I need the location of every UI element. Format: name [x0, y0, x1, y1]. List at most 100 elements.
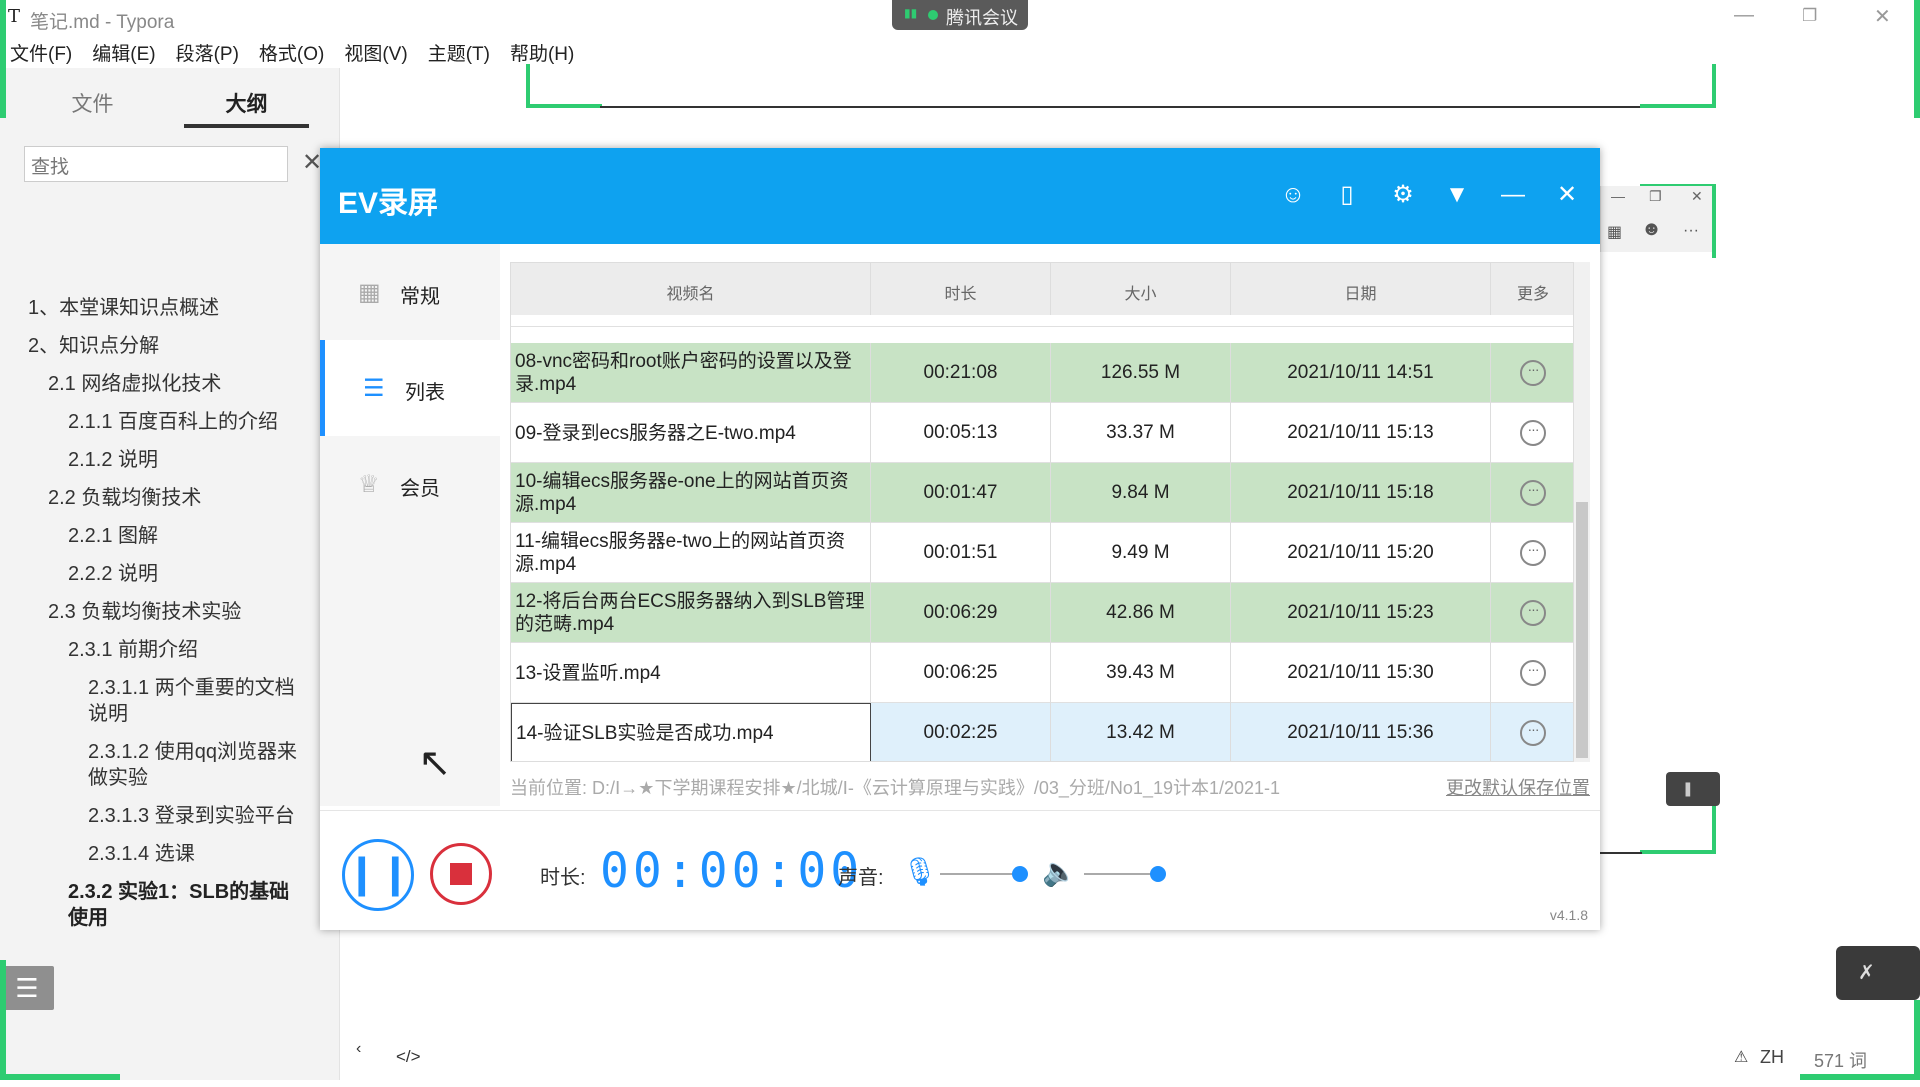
outline-item[interactable]: 2.3.1 前期介绍 — [68, 637, 198, 663]
minimize-icon[interactable]: — — [1734, 4, 1754, 27]
more-options-icon[interactable]: ··· — [1520, 720, 1546, 746]
change-save-location-link[interactable]: 更改默认保存位置 — [1442, 774, 1590, 798]
table-row[interactable]: 09-登录到ecs服务器之E-two.mp4 00:05:13 33.37 M … — [511, 403, 1573, 463]
video-name-edit[interactable]: 14-验证SLB实验是否成功.mp4 — [511, 703, 871, 761]
tab-files[interactable]: 文件 — [30, 88, 155, 128]
outline-item[interactable]: 1、本堂课知识点概述 — [28, 295, 219, 321]
more-options-icon[interactable]: ··· — [1520, 600, 1546, 626]
stop-button[interactable] — [430, 843, 492, 905]
table-row[interactable]: 10-编辑ecs服务器e-one上的网站首页资源.mp4 00:01:47 9.… — [511, 463, 1573, 523]
restore-icon[interactable]: ❐ — [1802, 6, 1817, 26]
version-label: v4.1.8 — [1549, 907, 1588, 923]
grid-icon: ▦ — [358, 279, 381, 306]
pause-button[interactable]: ❙❙ — [342, 839, 414, 911]
video-name[interactable]: 10-编辑ecs服务器e-one上的网站首页资源.mp4 — [511, 463, 871, 523]
video-date: 2021/10/11 15:20 — [1231, 523, 1491, 583]
table-row[interactable]: 08-vnc密码和root账户密码的设置以及登录.mp4 00:21:08 12… — [511, 343, 1573, 403]
outline-item[interactable]: 2.2.1 图解 — [68, 523, 158, 549]
scrollbar-thumb[interactable] — [1576, 502, 1588, 758]
table-row[interactable]: 13-设置监听.mp4 00:06:25 39.43 M 2021/10/11 … — [511, 643, 1573, 703]
minimize-icon[interactable]: — — [1611, 188, 1625, 204]
outline-item[interactable]: 2.1.2 说明 — [68, 447, 158, 473]
video-date: 2021/10/11 15:18 — [1231, 463, 1491, 523]
chevron-left-icon[interactable]: ‹ — [356, 1040, 361, 1080]
outline-item[interactable]: 2.2 负载均衡技术 — [48, 485, 201, 511]
video-date: 2021/10/11 15:30 — [1231, 643, 1491, 703]
video-size: 9.84 M — [1051, 463, 1231, 523]
outline-item[interactable]: 2.3.1.2 使用qq浏览器来做实验 — [88, 739, 308, 791]
mic-muted-icon[interactable]: ✗ — [1836, 946, 1920, 1000]
more-options-icon[interactable]: ··· — [1520, 660, 1546, 686]
save-path-text: 当前位置: D:/Ⅰ→★下学期课程安排★/北城/Ⅰ-《云计算原理与实践》/03_… — [510, 778, 1281, 798]
collapse-icon[interactable]: ▼ — [1442, 180, 1472, 210]
close-window-icon[interactable]: ✕ — [1874, 4, 1891, 29]
menu-edit[interactable]: 编辑(E) — [82, 36, 165, 66]
video-duration: 00:02:25 — [871, 703, 1051, 761]
outline-item[interactable]: 2.3.1.4 选课 — [88, 841, 195, 867]
more-options-icon[interactable]: ··· — [1520, 540, 1546, 566]
more-options-icon[interactable]: ··· — [1520, 480, 1546, 506]
video-size: 126.55 M — [1051, 343, 1231, 403]
nav-list[interactable]: ☰ 列表 — [320, 340, 500, 436]
share-border — [1640, 104, 1716, 108]
tab-outline[interactable]: 大纲 — [184, 88, 309, 128]
nav-general[interactable]: ▦ 常规 — [320, 244, 500, 340]
more-options-icon[interactable]: ··· — [1520, 420, 1546, 446]
warning-icon[interactable]: ⚠ — [1734, 1047, 1748, 1067]
video-name[interactable]: 13-设置监听.mp4 — [511, 643, 871, 703]
menu-format[interactable]: 格式(O) — [249, 36, 334, 66]
restore-icon[interactable]: ❐ — [1649, 188, 1662, 205]
mic-volume-knob[interactable] — [1012, 866, 1028, 882]
more-options-icon[interactable]: ··· — [1520, 360, 1546, 386]
mute-icon[interactable]: ❚ — [1666, 772, 1720, 806]
more-icon[interactable]: ··· — [1683, 222, 1699, 240]
table-row[interactable]: 11-编辑ecs服务器e-two上的网站首页资源.mp4 00:01:51 9.… — [511, 523, 1573, 583]
menu-paragraph[interactable]: 段落(P) — [166, 36, 249, 66]
outline-item[interactable]: 2.3.1.3 登录到实验平台 — [88, 803, 295, 829]
app-icon[interactable]: ▦ — [1607, 222, 1622, 242]
user-icon[interactable]: ☺ — [1278, 180, 1308, 210]
video-name[interactable]: 08-vnc密码和root账户密码的设置以及登录.mp4 — [511, 343, 871, 403]
menu-theme[interactable]: 主题(T) — [418, 36, 500, 66]
word-count[interactable]: 571 词 — [1814, 1047, 1867, 1073]
video-name[interactable]: 12-将后台两台ECS服务器纳入到SLB管理的范畴.mp4 — [511, 583, 871, 643]
outline-item[interactable]: 2.1.1 百度百科上的介绍 — [68, 409, 278, 435]
table-scrollbar[interactable] — [1574, 262, 1590, 762]
menu-view[interactable]: 视图(V) — [334, 36, 417, 66]
tencent-meeting-indicator[interactable]: ▮▮ 腾讯会议 — [892, 0, 1028, 30]
gear-icon[interactable]: ⚙ — [1388, 180, 1418, 210]
outline-toggle-icon[interactable]: ☰ — [0, 966, 54, 1010]
avatar[interactable]: ☻ — [1641, 218, 1662, 241]
microphone-icon[interactable]: 🎙 — [902, 855, 938, 888]
language-indicator[interactable]: ZH — [1760, 1047, 1784, 1068]
outline-item[interactable]: 2.2.2 说明 — [68, 561, 158, 587]
menu-file[interactable]: 文件(F) — [0, 36, 82, 66]
menu-help[interactable]: 帮助(H) — [500, 36, 584, 66]
video-name[interactable]: 09-登录到ecs服务器之E-two.mp4 — [511, 403, 871, 463]
outline-item[interactable]: 2、知识点分解 — [28, 333, 159, 359]
ev-logo: EV录屏 — [338, 187, 439, 220]
speaker-volume-slider[interactable] — [1084, 873, 1154, 875]
speaker-volume-knob[interactable] — [1150, 866, 1166, 882]
tencent-meeting-label: 腾讯会议 — [946, 8, 1018, 28]
outline-search-input[interactable]: 查找 — [24, 146, 288, 182]
close-icon[interactable]: ✕ — [1691, 188, 1703, 205]
speaker-icon[interactable]: 🔈 — [1042, 855, 1077, 888]
outline-item[interactable]: 2.1 网络虚拟化技术 — [48, 371, 221, 397]
outline-item[interactable]: 2.3 负载均衡技术实验 — [48, 599, 241, 625]
video-name[interactable]: 11-编辑ecs服务器e-two上的网站首页资源.mp4 — [511, 523, 871, 583]
phone-icon[interactable]: ▯ — [1332, 180, 1362, 210]
source-code-icon[interactable]: </> — [396, 1047, 421, 1087]
minimize-icon[interactable]: — — [1498, 180, 1528, 210]
table-row-selected[interactable]: 14-验证SLB实验是否成功.mp4 00:02:25 13.42 M 2021… — [511, 703, 1573, 761]
mic-volume-slider[interactable] — [940, 873, 1014, 875]
window-title: 笔记.md - Typora — [30, 12, 175, 33]
list-icon: ☰ — [363, 375, 385, 402]
close-icon[interactable]: ✕ — [1552, 180, 1582, 210]
share-border — [1914, 0, 1920, 118]
outline-item-current[interactable]: 2.3.2 实验1：SLB的基础使用 — [68, 879, 308, 931]
nav-member[interactable]: ♕ 会员 — [320, 436, 500, 532]
share-border — [1712, 64, 1716, 108]
outline-item[interactable]: 2.3.1.1 两个重要的文档说明 — [88, 675, 308, 727]
table-row[interactable]: 12-将后台两台ECS服务器纳入到SLB管理的范畴.mp4 00:06:29 4… — [511, 583, 1573, 643]
